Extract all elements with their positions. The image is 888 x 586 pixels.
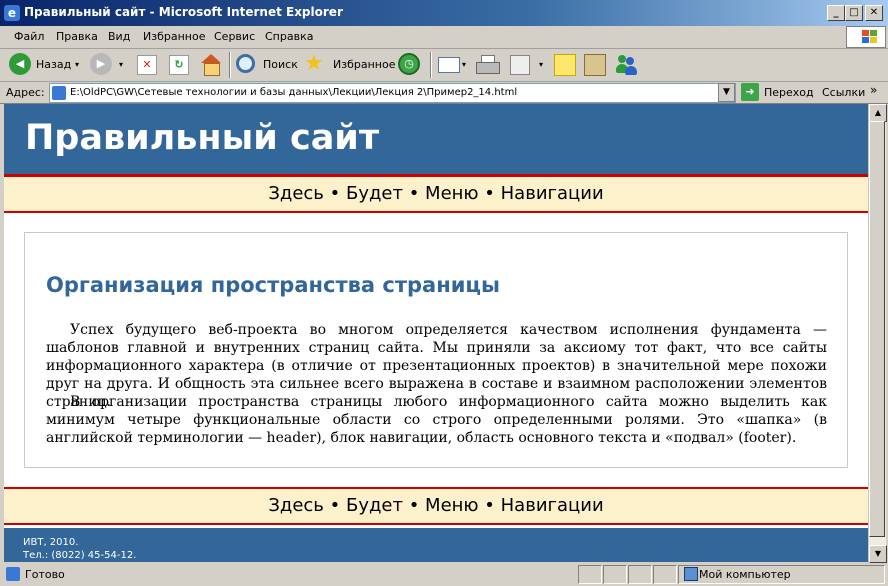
nav-link[interactable]: Здесь bbox=[268, 495, 324, 516]
status-pane bbox=[603, 565, 627, 584]
status-pane bbox=[578, 565, 602, 584]
menu-edit[interactable]: Правка bbox=[56, 30, 98, 43]
print-icon[interactable] bbox=[476, 55, 500, 74]
menu-bar: Файл Правка Вид Избранное Сервис Справка bbox=[0, 26, 888, 49]
search-icon[interactable] bbox=[236, 54, 255, 73]
nav-link[interactable]: Навигации bbox=[501, 183, 604, 204]
links-button[interactable]: Ссылки bbox=[822, 86, 865, 99]
forward-dropdown-icon[interactable]: ▾ bbox=[119, 60, 123, 69]
menu-tools[interactable]: Сервис bbox=[214, 30, 255, 43]
nav-link[interactable]: Будет bbox=[346, 183, 403, 204]
status-pane bbox=[653, 565, 677, 584]
menu-view[interactable]: Вид bbox=[108, 30, 130, 43]
window-title: Правильный сайт - Microsoft Internet Exp… bbox=[24, 5, 343, 19]
page-viewport: Правильный сайт Здесь • Будет • Меню • Н… bbox=[4, 104, 868, 562]
footer-line: Тел.: (8022) 45-54-12. bbox=[23, 550, 137, 561]
search-button[interactable]: Поиск bbox=[263, 58, 298, 71]
forward-icon[interactable]: ▶ bbox=[90, 53, 112, 75]
status-zone: Мой компьютер bbox=[699, 568, 791, 581]
nav-link[interactable]: Меню bbox=[425, 495, 479, 516]
page-icon bbox=[6, 567, 20, 581]
menu-file[interactable]: Файл bbox=[14, 30, 44, 43]
messenger-icon[interactable] bbox=[616, 55, 638, 75]
paragraph: В организации пространства страницы любо… bbox=[46, 394, 827, 446]
back-button[interactable]: Назад bbox=[36, 58, 71, 71]
favorites-icon[interactable]: ★ bbox=[304, 52, 324, 76]
computer-icon bbox=[684, 567, 698, 581]
chevron-right-icon[interactable]: » bbox=[870, 83, 877, 97]
site-footer: ИВТ, 2010. Тел.: (8022) 45-54-12. bbox=[4, 528, 868, 562]
toolbar-separator bbox=[430, 52, 432, 78]
windows-logo bbox=[846, 26, 886, 48]
toolbar: ◀ Назад ▾ ▶ ▾ ✕ ↻ Поиск ★ Избранное ◷ ▾ … bbox=[0, 49, 888, 82]
history-icon[interactable]: ◷ bbox=[398, 53, 420, 75]
address-label: Адрес: bbox=[6, 86, 45, 99]
title-bar[interactable]: e Правильный сайт - Microsoft Internet E… bbox=[0, 0, 888, 26]
maximize-button[interactable]: □ bbox=[845, 5, 863, 21]
status-pane bbox=[628, 565, 652, 584]
nav-link[interactable]: Меню bbox=[425, 183, 479, 204]
back-icon[interactable]: ◀ bbox=[9, 53, 31, 75]
go-button[interactable]: Переход bbox=[764, 86, 814, 99]
nav-link[interactable]: Здесь bbox=[268, 183, 324, 204]
research-icon[interactable] bbox=[584, 54, 606, 76]
address-input[interactable]: E:\OldPC\GW\Сетевые технологии и базы да… bbox=[49, 83, 736, 103]
nav-link[interactable]: Будет bbox=[346, 495, 403, 516]
nav-bottom: Здесь • Будет • Меню • Навигации bbox=[4, 487, 868, 525]
discuss-icon[interactable] bbox=[554, 54, 576, 76]
stop-icon[interactable]: ✕ bbox=[137, 55, 157, 75]
minimize-button[interactable]: _ bbox=[827, 5, 845, 21]
status-text: Готово bbox=[25, 568, 65, 581]
menu-favorites[interactable]: Избранное bbox=[143, 30, 205, 43]
refresh-icon[interactable]: ↻ bbox=[169, 55, 189, 75]
toolbar-separator bbox=[229, 52, 231, 78]
scroll-up-icon[interactable]: ▲ bbox=[869, 104, 887, 122]
address-bar: Адрес: E:\OldPC\GW\Сетевые технологии и … bbox=[0, 81, 888, 104]
address-dropdown-icon[interactable]: ▼ bbox=[718, 83, 735, 102]
scroll-down-icon[interactable]: ▼ bbox=[869, 545, 887, 563]
footer-line: ИВТ, 2010. bbox=[23, 537, 79, 548]
nav-top: Здесь • Будет • Меню • Навигации bbox=[4, 177, 868, 213]
mail-dropdown-icon[interactable]: ▾ bbox=[462, 60, 466, 69]
nav-link[interactable]: Навигации bbox=[501, 495, 604, 516]
go-icon[interactable]: ➜ bbox=[741, 83, 759, 101]
scroll-thumb[interactable] bbox=[869, 121, 885, 537]
back-dropdown-icon[interactable]: ▾ bbox=[75, 60, 79, 69]
menu-help[interactable]: Справка bbox=[265, 30, 313, 43]
vertical-scrollbar[interactable]: ▲ ▼ bbox=[868, 104, 887, 563]
favorites-button[interactable]: Избранное bbox=[333, 58, 395, 71]
mail-icon[interactable] bbox=[438, 57, 460, 73]
site-header: Правильный сайт bbox=[4, 104, 868, 177]
address-url[interactable]: E:\OldPC\GW\Сетевые технологии и базы да… bbox=[70, 87, 517, 98]
site-title: Правильный сайт bbox=[25, 118, 380, 158]
content-heading: Организация пространства страницы bbox=[46, 273, 500, 297]
edit-icon[interactable] bbox=[510, 55, 530, 75]
page-icon bbox=[52, 86, 66, 100]
edit-dropdown-icon[interactable]: ▾ bbox=[539, 60, 543, 69]
close-button[interactable]: ✕ bbox=[865, 5, 883, 21]
content-box: Организация пространства страницы Успех … bbox=[24, 232, 848, 468]
home-icon[interactable] bbox=[200, 54, 222, 76]
ie-icon: e bbox=[4, 5, 20, 21]
